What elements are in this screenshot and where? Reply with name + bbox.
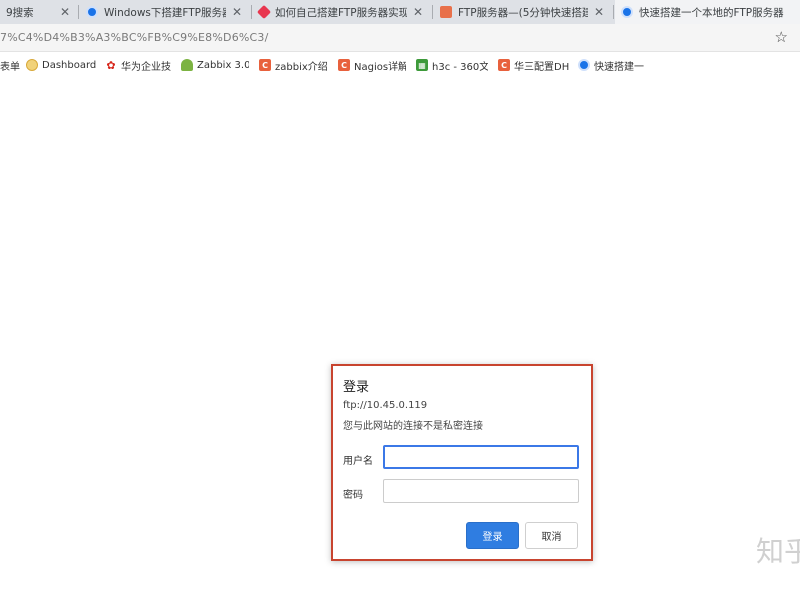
circle-e-icon bbox=[86, 6, 98, 18]
close-icon[interactable]: ✕ bbox=[58, 5, 72, 19]
cancel-button[interactable]: 取消 bbox=[525, 522, 578, 549]
tab-title: FTP服务器—(5分钟快速搭建 bbox=[458, 6, 588, 19]
grid-icon: ▦ bbox=[416, 59, 428, 71]
bookmark-label: 表单 bbox=[0, 61, 20, 73]
bookmark-item[interactable]: Zabbix 3.0 bbox=[181, 58, 249, 72]
dialog-warning: 您与此网站的连接不是私密连接 bbox=[343, 421, 483, 432]
dashboard-icon bbox=[26, 59, 38, 71]
close-icon[interactable]: ✕ bbox=[411, 5, 425, 19]
tab-windows-ftp[interactable]: Windows下搭建FTP服务器 - ✕ bbox=[80, 0, 250, 24]
tab-divider bbox=[432, 5, 433, 19]
bookmark-item[interactable]: 表单 bbox=[0, 58, 24, 73]
circle-e-icon bbox=[578, 59, 590, 71]
bookmark-label: 华三配置DH bbox=[514, 61, 570, 73]
bookmark-label: h3c - 360文 bbox=[432, 61, 488, 73]
bookmark-label: 华为企业技 bbox=[121, 61, 171, 73]
circle-e-icon bbox=[621, 6, 633, 18]
star-icon[interactable]: ☆ bbox=[775, 28, 788, 46]
tab-strip: 9搜索 ✕ Windows下搭建FTP服务器 - ✕ 如何自己搭建FTP服务器实… bbox=[0, 0, 800, 24]
watermark: 知乎 bbox=[756, 535, 800, 568]
tab-title: 如何自己搭建FTP服务器实现 bbox=[275, 6, 407, 19]
c-icon: C bbox=[338, 59, 350, 71]
bookmark-item[interactable]: C 华三配置DH bbox=[498, 58, 570, 72]
dialog-url: ftp://10.45.0.119 bbox=[343, 400, 428, 411]
c-icon: C bbox=[259, 59, 271, 71]
square-icon bbox=[440, 6, 452, 18]
bookmark-item[interactable]: ▦ h3c - 360文 bbox=[416, 58, 488, 72]
c-icon: C bbox=[498, 59, 510, 71]
bookmark-label: Nagios详解 bbox=[354, 61, 406, 73]
close-icon[interactable]: ✕ bbox=[592, 5, 606, 19]
login-dialog: 登录 ftp://10.45.0.119 您与此网站的连接不是私密连接 用户名 … bbox=[331, 364, 593, 561]
bookmark-item[interactable]: 快速搭建一 bbox=[578, 58, 646, 72]
tab-divider bbox=[251, 5, 252, 19]
address-bar[interactable]: 7%C4%D4%B3%A3%BC%FB%C9%E8%D6%C3/ ☆ bbox=[0, 24, 800, 52]
tab-divider bbox=[78, 5, 79, 19]
username-label: 用户名 bbox=[343, 456, 373, 467]
bookmark-label: 快速搭建一 bbox=[594, 61, 644, 73]
bookmark-item[interactable]: C Nagios详解 bbox=[338, 58, 406, 72]
dialog-title: 登录 bbox=[343, 380, 370, 395]
cube-icon bbox=[256, 4, 272, 20]
bookmark-item[interactable]: Dashboard bbox=[26, 58, 96, 72]
bookmark-item[interactable]: ✿ 华为企业技 bbox=[105, 58, 173, 73]
username-input[interactable] bbox=[383, 445, 579, 469]
bookmark-label: Dashboard bbox=[42, 59, 96, 71]
url-text[interactable]: 7%C4%D4%B3%A3%BC%FB%C9%E8%D6%C3/ bbox=[0, 31, 269, 44]
tab-title: Windows下搭建FTP服务器 - bbox=[104, 6, 226, 19]
close-icon[interactable]: ✕ bbox=[230, 5, 244, 19]
tab-title: 快速搭建一个本地的FTP服务器 bbox=[639, 6, 784, 19]
password-label: 密码 bbox=[343, 490, 363, 501]
tab-local-ftp[interactable]: 快速搭建一个本地的FTP服务器 bbox=[615, 0, 800, 24]
bookmark-item[interactable]: C zabbix介绍 bbox=[259, 58, 327, 72]
bookmarks-bar: 表单 Dashboard ✿ 华为企业技 Zabbix 3.0 C zabbix… bbox=[0, 52, 800, 78]
tab-search[interactable]: 9搜索 ✕ bbox=[0, 0, 78, 24]
login-button[interactable]: 登录 bbox=[466, 522, 519, 549]
password-input[interactable] bbox=[383, 479, 579, 503]
tab-title: 9搜索 bbox=[6, 6, 34, 19]
bookmark-label: Zabbix 3.0 bbox=[197, 59, 249, 71]
tab-divider bbox=[613, 5, 614, 19]
bookmark-label: zabbix介绍 bbox=[275, 61, 327, 73]
android-icon bbox=[181, 59, 193, 71]
tab-how-ftp[interactable]: 如何自己搭建FTP服务器实现 ✕ bbox=[253, 0, 431, 24]
tab-ftp-5min[interactable]: FTP服务器—(5分钟快速搭建 ✕ bbox=[434, 0, 612, 24]
huawei-icon: ✿ bbox=[106, 58, 116, 72]
